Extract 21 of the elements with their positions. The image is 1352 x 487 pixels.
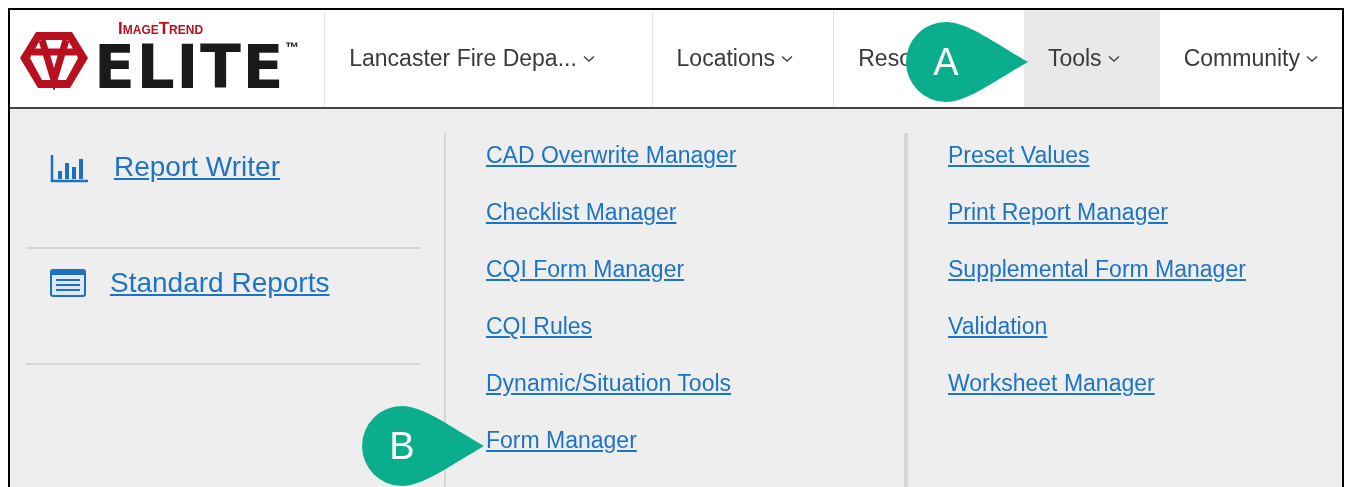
brand-name: ImageTrend <box>118 20 205 37</box>
menu-link[interactable]: Supplemental Form Manager <box>948 255 1342 283</box>
menu-link[interactable]: Print Report Manager <box>948 198 1342 226</box>
menu-link[interactable]: Preset Values <box>948 141 1342 169</box>
callout-marker: B <box>362 406 484 486</box>
featured-link[interactable]: Standard Reports <box>110 269 330 297</box>
menu-link[interactable]: Checklist Manager <box>486 198 904 226</box>
menu-link[interactable]: CQI Form Manager <box>486 255 904 283</box>
product-name: ELITE <box>94 37 285 97</box>
menu-link[interactable]: Validation <box>948 312 1342 340</box>
callout-marker: A <box>906 22 1028 102</box>
menu-link[interactable]: Worksheet Manager <box>948 369 1342 397</box>
nav-menu-item[interactable]: Tools <box>1023 10 1160 107</box>
menu-link[interactable]: Dynamic/Situation Tools <box>486 369 904 397</box>
bar-chart-icon <box>50 153 90 183</box>
menu-link[interactable]: CQI Rules <box>486 312 904 340</box>
menu-link[interactable]: Form Manager <box>486 426 904 454</box>
menu-link[interactable]: CAD Overwrite Manager <box>486 141 904 169</box>
trademark-sign: ™ <box>284 38 299 57</box>
featured-link[interactable]: Report Writer <box>114 153 280 181</box>
list-window-icon <box>50 269 86 297</box>
